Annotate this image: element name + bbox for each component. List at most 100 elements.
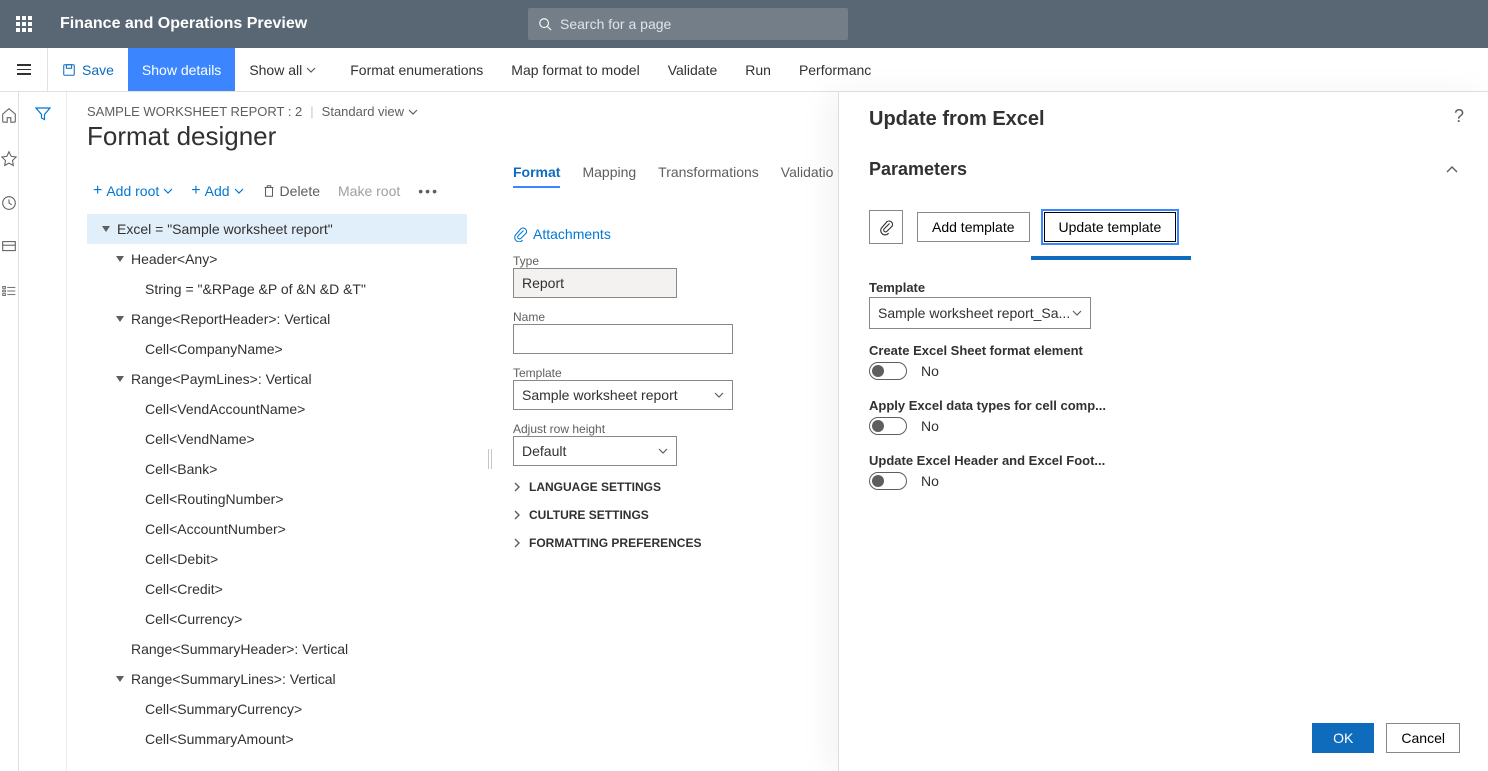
formatting-preferences-expander[interactable]: FORMATTING PREFERENCES bbox=[513, 536, 833, 550]
collapse-icon[interactable] bbox=[115, 374, 125, 384]
template-select[interactable]: Sample worksheet report bbox=[513, 380, 733, 410]
update-template-button[interactable]: Update template bbox=[1044, 212, 1177, 242]
splitter-handle[interactable] bbox=[485, 164, 495, 754]
tab-validations[interactable]: Validatio bbox=[781, 164, 834, 188]
collapse-icon[interactable] bbox=[115, 254, 125, 264]
delete-button[interactable]: Delete bbox=[256, 179, 326, 203]
parameters-header[interactable]: Parameters bbox=[869, 159, 1458, 180]
app-title: Finance and Operations Preview bbox=[60, 15, 307, 33]
command-bar: Save Show details Show all Format enumer… bbox=[0, 48, 1488, 92]
modules-icon[interactable] bbox=[0, 282, 18, 300]
workspace-icon[interactable] bbox=[0, 238, 18, 256]
collapse-icon[interactable] bbox=[101, 224, 111, 234]
tree-row[interactable]: Range<SummaryHeader>: Vertical bbox=[87, 634, 467, 664]
adjust-select[interactable]: Default bbox=[513, 436, 677, 466]
view-selector[interactable]: Standard view bbox=[322, 104, 418, 119]
format-tree: Excel = "Sample worksheet report" Header<… bbox=[87, 214, 467, 754]
chevron-down-icon bbox=[408, 107, 418, 117]
tree-label: Cell<Debit> bbox=[145, 551, 218, 567]
breadcrumb-title: SAMPLE WORKSHEET REPORT : 2 bbox=[87, 104, 302, 119]
breadcrumb: SAMPLE WORKSHEET REPORT : 2 | Standard v… bbox=[87, 104, 833, 119]
tree-row[interactable]: Cell<Credit> bbox=[87, 574, 467, 604]
tree-label: Cell<RoutingNumber> bbox=[145, 491, 284, 507]
save-icon bbox=[62, 63, 76, 77]
tree-row[interactable]: Cell<Debit> bbox=[87, 544, 467, 574]
cancel-button[interactable]: Cancel bbox=[1386, 723, 1460, 753]
culture-settings-expander[interactable]: CULTURE SETTINGS bbox=[513, 508, 833, 522]
tree-row[interactable]: Cell<VendAccountName> bbox=[87, 394, 467, 424]
help-icon[interactable]: ? bbox=[1454, 106, 1464, 127]
create-sheet-toggle[interactable] bbox=[869, 362, 907, 380]
tree-row[interactable]: Cell<SummaryAmount> bbox=[87, 724, 467, 754]
tree-label: Cell<Bank> bbox=[145, 461, 217, 477]
tree-label: Range<ReportHeader>: Vertical bbox=[131, 311, 330, 327]
tree-row[interactable]: Cell<Currency> bbox=[87, 604, 467, 634]
show-details-button[interactable]: Show details bbox=[128, 48, 235, 91]
app-launcher[interactable] bbox=[0, 0, 48, 48]
tree-label: Cell<VendAccountName> bbox=[145, 401, 305, 417]
attachments-link[interactable]: Attachments bbox=[513, 226, 833, 242]
tree-label: Cell<VendName> bbox=[145, 431, 255, 447]
tree-row[interactable]: Range<PaymLines>: Vertical bbox=[87, 364, 467, 394]
chevron-down-icon bbox=[163, 186, 173, 196]
tree-row[interactable]: Cell<Bank> bbox=[87, 454, 467, 484]
tree-row[interactable]: Cell<CompanyName> bbox=[87, 334, 467, 364]
filter-icon[interactable] bbox=[35, 106, 51, 122]
collapse-icon[interactable] bbox=[115, 314, 125, 324]
tree-row[interactable]: Cell<SummaryCurrency> bbox=[87, 694, 467, 724]
tree-label: Excel = "Sample worksheet report" bbox=[117, 221, 333, 237]
tree-row[interactable]: Range<SummaryLines>: Vertical bbox=[87, 664, 467, 694]
format-enumerations-button[interactable]: Format enumerations bbox=[336, 48, 497, 91]
page-title: Format designer bbox=[87, 121, 833, 152]
validate-button[interactable]: Validate bbox=[654, 48, 732, 91]
run-button[interactable]: Run bbox=[731, 48, 785, 91]
panel-template-select[interactable]: Sample worksheet report_Sa... bbox=[869, 297, 1091, 329]
left-nav-rail bbox=[0, 92, 19, 771]
tree-row[interactable]: Cell<VendName> bbox=[87, 424, 467, 454]
chevron-right-icon bbox=[513, 510, 521, 520]
apply-types-toggle[interactable] bbox=[869, 417, 907, 435]
collapse-icon[interactable] bbox=[115, 674, 125, 684]
tree-row[interactable]: Cell<RoutingNumber> bbox=[87, 484, 467, 514]
tree-row[interactable]: Cell<AccountNumber> bbox=[87, 514, 467, 544]
more-button[interactable]: ••• bbox=[412, 183, 445, 199]
tree-label: String = "&RPage &P of &N &D &T" bbox=[145, 281, 366, 297]
map-format-button[interactable]: Map format to model bbox=[497, 48, 653, 91]
trash-icon bbox=[262, 184, 276, 198]
search-bar[interactable]: Search for a page bbox=[528, 8, 848, 40]
home-icon[interactable] bbox=[0, 106, 18, 124]
tree-row[interactable]: Excel = "Sample worksheet report" bbox=[87, 214, 467, 244]
save-button[interactable]: Save bbox=[48, 48, 128, 91]
add-root-button[interactable]: +Add root bbox=[87, 178, 179, 204]
paperclip-icon bbox=[879, 218, 893, 236]
tree-row[interactable]: Range<ReportHeader>: Vertical bbox=[87, 304, 467, 334]
update-header-toggle[interactable] bbox=[869, 472, 907, 490]
tab-mapping[interactable]: Mapping bbox=[582, 164, 636, 188]
toggle-value: No bbox=[921, 363, 939, 379]
tab-transformations[interactable]: Transformations bbox=[658, 164, 759, 188]
tree-label: Range<PaymLines>: Vertical bbox=[131, 371, 312, 387]
panel-template-label: Template bbox=[869, 280, 1458, 295]
tree-row[interactable]: String = "&RPage &P of &N &D &T" bbox=[87, 274, 467, 304]
name-field[interactable] bbox=[513, 324, 733, 354]
add-template-button[interactable]: Add template bbox=[917, 212, 1030, 242]
chevron-down-icon bbox=[714, 390, 724, 400]
search-icon bbox=[538, 17, 552, 31]
attachment-button[interactable] bbox=[869, 210, 903, 244]
tree-label: Range<SummaryLines>: Vertical bbox=[131, 671, 336, 687]
content-area: SAMPLE WORKSHEET REPORT : 2 | Standard v… bbox=[67, 92, 853, 771]
top-bar: Finance and Operations Preview Search fo… bbox=[0, 0, 1488, 48]
ok-button[interactable]: OK bbox=[1312, 723, 1374, 753]
performance-button[interactable]: Performanc bbox=[785, 48, 885, 91]
add-button[interactable]: +Add bbox=[185, 178, 249, 204]
tree-label: Cell<AccountNumber> bbox=[145, 521, 286, 537]
show-all-button[interactable]: Show all bbox=[235, 48, 336, 91]
clock-icon[interactable] bbox=[0, 194, 18, 212]
tree-label: Header<Any> bbox=[131, 251, 217, 267]
tree-row[interactable]: Header<Any> bbox=[87, 244, 467, 274]
star-icon[interactable] bbox=[0, 150, 18, 168]
nav-toggle[interactable] bbox=[0, 48, 48, 91]
tab-format[interactable]: Format bbox=[513, 164, 560, 188]
chevron-down-icon bbox=[306, 65, 316, 75]
language-settings-expander[interactable]: LANGUAGE SETTINGS bbox=[513, 480, 833, 494]
